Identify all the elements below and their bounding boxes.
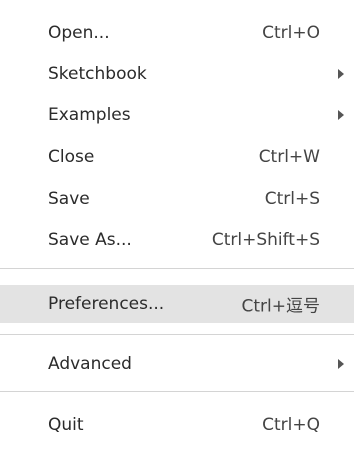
file-menu: Open... Ctrl+O Sketchbook Examples Close… — [0, 0, 354, 450]
menu-item-examples[interactable]: Examples — [0, 97, 354, 133]
menu-item-close[interactable]: Close Ctrl+W — [0, 139, 354, 175]
menu-item-label: Save As... — [48, 230, 132, 250]
menu-separator — [0, 391, 354, 392]
menu-item-shortcut: Ctrl+Shift+S — [211, 230, 320, 250]
menu-item-save-as[interactable]: Save As... Ctrl+Shift+S — [0, 222, 354, 258]
menu-item-label: Sketchbook — [48, 64, 147, 84]
menu-item-shortcut: Ctrl+O — [262, 23, 320, 43]
menu-item-shortcut: Ctrl+Q — [262, 415, 320, 435]
menu-item-quit[interactable]: Quit Ctrl+Q — [0, 407, 354, 443]
menu-item-label: Advanced — [48, 354, 132, 374]
menu-item-advanced[interactable]: Advanced — [0, 346, 354, 382]
menu-separator — [0, 334, 354, 335]
menu-item-label: Save — [48, 189, 90, 209]
chevron-right-icon — [338, 110, 344, 120]
menu-separator — [0, 268, 354, 269]
menu-item-label: Examples — [48, 105, 131, 125]
menu-item-shortcut: Ctrl+W — [258, 147, 320, 167]
menu-item-shortcut: Ctrl+S — [264, 189, 320, 209]
menu-item-shortcut: Ctrl+逗号 — [241, 296, 321, 317]
menu-item-label: Quit — [48, 415, 84, 435]
menu-item-label: Close — [48, 147, 95, 167]
menu-item-open[interactable]: Open... Ctrl+O — [0, 15, 354, 51]
chevron-right-icon — [338, 69, 344, 79]
menu-item-sketchbook[interactable]: Sketchbook — [0, 56, 354, 92]
chevron-right-icon — [338, 359, 344, 369]
menu-item-label: Open... — [48, 23, 110, 43]
menu-item-save[interactable]: Save Ctrl+S — [0, 181, 354, 217]
menu-item-preferences[interactable]: Preferences... Ctrl+逗号 — [0, 285, 354, 323]
menu-item-label: Preferences... — [48, 294, 165, 314]
